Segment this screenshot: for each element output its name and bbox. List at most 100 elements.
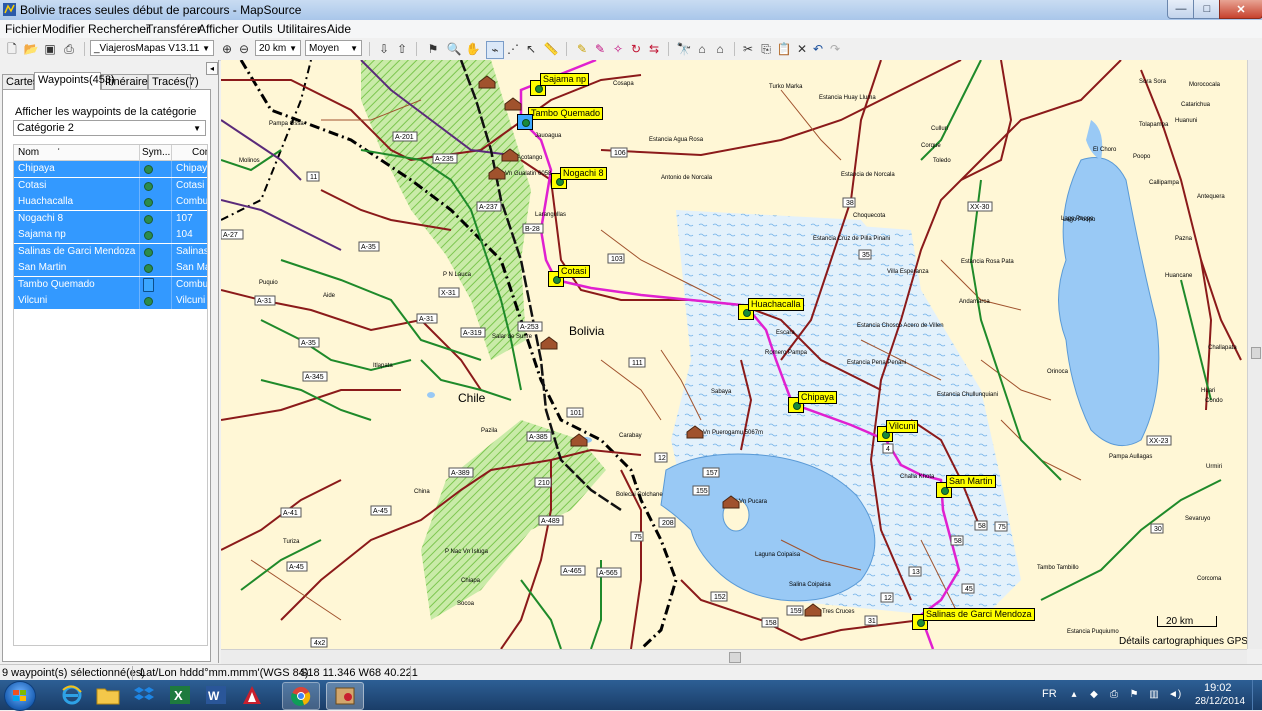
tab-cartes[interactable]: Cartes [2,74,38,89]
copy-icon[interactable]: ⎘ [758,41,774,57]
map-view[interactable]: 106 11 A-27 A-201 A-235 A-237 B-28 A-35 … [221,60,1247,649]
waypoint-label-cotasi[interactable]: Cotasi [558,265,590,278]
place-label: Tambo Tambillo [1037,565,1079,571]
scrollbar-thumb[interactable] [1251,347,1261,359]
route-direction-icon[interactable]: ↻ [628,41,644,57]
taskbar-dropbox[interactable] [126,682,162,708]
hand-tool-icon[interactable]: ✋ [465,41,481,57]
waypoint-tool-icon[interactable]: ⚑ [425,41,441,57]
track-properties-icon[interactable]: ⇆ [646,41,662,57]
save-icon[interactable]: ▣ [42,41,58,57]
waypoint-label-nogachi[interactable]: Nogachi 8 [560,167,607,180]
new-file-icon[interactable]: 🗋 [4,41,20,57]
cut-icon[interactable]: ✂ [740,41,756,57]
selection-arrow-icon[interactable]: ↖ [523,41,539,57]
waypoint-label-sajama[interactable]: Sajama np [540,73,590,86]
tab-waypoints[interactable]: Waypoints(453) [34,72,115,90]
route-properties-icon[interactable]: ✎ [592,41,608,57]
svg-text:38: 38 [846,200,854,207]
table-row[interactable]: Huachacalla Combus [14,194,207,210]
print-icon[interactable]: ⎙ [61,41,77,57]
show-desktop-button[interactable] [1252,680,1262,710]
menu-transferer[interactable]: Transférer [146,22,201,36]
table-row[interactable]: Vilcuni Vilcuni [14,293,207,309]
language-indicator[interactable]: FR [1042,688,1057,700]
delete-icon[interactable]: ✕ [794,41,810,57]
map-product-select[interactable]: _ViajerosMapas V13.11 ▼ [90,40,214,56]
measure-tool-icon[interactable]: 📏 [543,41,559,57]
close-button[interactable]: ✕ [1219,0,1262,19]
zoom-tool-icon[interactable]: 🔍 [446,41,462,57]
map-horizontal-scrollbar[interactable] [221,649,1247,664]
taskbar-mapsource[interactable] [326,682,364,710]
maximize-button[interactable]: □ [1193,0,1221,19]
tray-volume-icon[interactable]: ◄) [1168,689,1181,701]
zoom-scale-select[interactable]: 20 km ▼ [255,40,301,56]
waypoint-label-salinas[interactable]: Salinas de Garci Mendoza [923,608,1035,621]
column-header-symbol[interactable]: Sym... [142,147,170,158]
taskbar-ie[interactable] [54,682,90,708]
menu-aide[interactable]: Aide [327,22,351,36]
menu-modifier[interactable]: Modifier [42,22,85,36]
taskbar-chrome[interactable] [282,682,320,710]
send-to-device-icon[interactable]: ⇧ [394,41,410,57]
detail-level-select[interactable]: Moyen ▼ [305,40,362,56]
waypoint-marker-tambo-quemado[interactable] [517,114,533,130]
tray-dropbox-icon[interactable]: ◆ [1088,689,1100,701]
tray-flag-icon[interactable]: ⚑ [1128,689,1140,701]
menu-fichier[interactable]: Fichier [5,22,41,36]
table-row[interactable]: San Martin San Mar [14,260,207,276]
waypoint-properties-icon[interactable]: ✎ [574,41,590,57]
scrollbar-thumb[interactable] [729,652,741,663]
table-row[interactable]: Cotasi Cotasi [14,177,207,194]
paste-icon[interactable]: 📋 [776,41,792,57]
route-tool-icon[interactable]: ⌁ [486,41,504,59]
table-row[interactable]: Chipaya Chipaya [14,161,207,177]
menu-utilitaires[interactable]: Utilitaires [277,22,326,36]
zoom-out-icon[interactable]: ⊖ [236,41,252,57]
map-canvas[interactable]: 106 11 A-27 A-201 A-235 A-237 B-28 A-35 … [221,60,1247,649]
find-icon[interactable]: 🔭 [676,41,692,57]
waypoint-label-chipaya[interactable]: Chipaya [798,391,838,404]
waypoint-label-huachacalla[interactable]: Huachacalla [748,298,804,311]
clock-date[interactable]: 28/12/2014 [1195,696,1245,707]
table-row[interactable]: Sajama np 104 [14,227,207,243]
start-button[interactable] [4,681,36,711]
menu-afficher[interactable]: Afficher [198,22,238,36]
waypoint-label-tambo-quemado[interactable]: Tambo Quemado [528,107,604,120]
waypoint-label-san-martin[interactable]: San Martin [946,475,996,488]
redo-icon[interactable]: ↷ [827,41,843,57]
menu-outils[interactable]: Outils [242,22,273,36]
find-nearby-icon[interactable]: ⌂ [712,41,728,57]
category-select[interactable]: Catégorie 2 ▼ [13,120,206,136]
place-label: Vn Puerogamu 5067m [703,430,763,436]
clock-time[interactable]: 19:02 [1204,682,1232,694]
table-row[interactable]: Salinas de Garci Mendoza Salinas [14,243,207,260]
insert-route-icon[interactable]: ✧ [610,41,626,57]
receive-from-device-icon[interactable]: ⇩ [376,41,392,57]
taskbar-autodesk[interactable] [234,682,270,708]
waypoint-label-vilcuni[interactable]: Vilcuni [886,420,919,433]
open-folder-icon[interactable]: 📂 [23,41,39,57]
column-header-name[interactable]: Nom [18,147,39,158]
column-divider[interactable] [139,145,140,160]
tray-printer-icon[interactable]: ⎙ [1108,689,1120,701]
table-row[interactable]: Nogachi 8 107 [14,210,207,227]
undo-icon[interactable]: ↶ [810,41,826,57]
find-place-icon[interactable]: ⌂ [694,41,710,57]
map-vertical-scrollbar[interactable] [1247,60,1262,649]
table-row[interactable]: Tambo Quemado Combus [14,276,207,293]
tray-network-icon[interactable]: ▥ [1148,689,1160,701]
minimize-button[interactable]: — [1167,0,1195,19]
column-divider[interactable] [171,145,172,160]
column-header-comment[interactable]: Con [192,147,207,158]
tray-up-arrow-icon[interactable]: ▴ [1068,689,1080,701]
menu-rechercher[interactable]: Rechercher [88,22,150,36]
tab-traces[interactable]: Tracés(7) [148,74,199,89]
taskbar-word[interactable]: W [198,682,234,708]
road-shield-a489: A-489 [538,515,564,526]
taskbar-explorer[interactable] [90,682,126,708]
zoom-in-icon[interactable]: ⊕ [219,41,235,57]
taskbar-excel[interactable]: X [162,682,198,708]
track-tool-icon[interactable]: ⋰ [505,41,521,57]
